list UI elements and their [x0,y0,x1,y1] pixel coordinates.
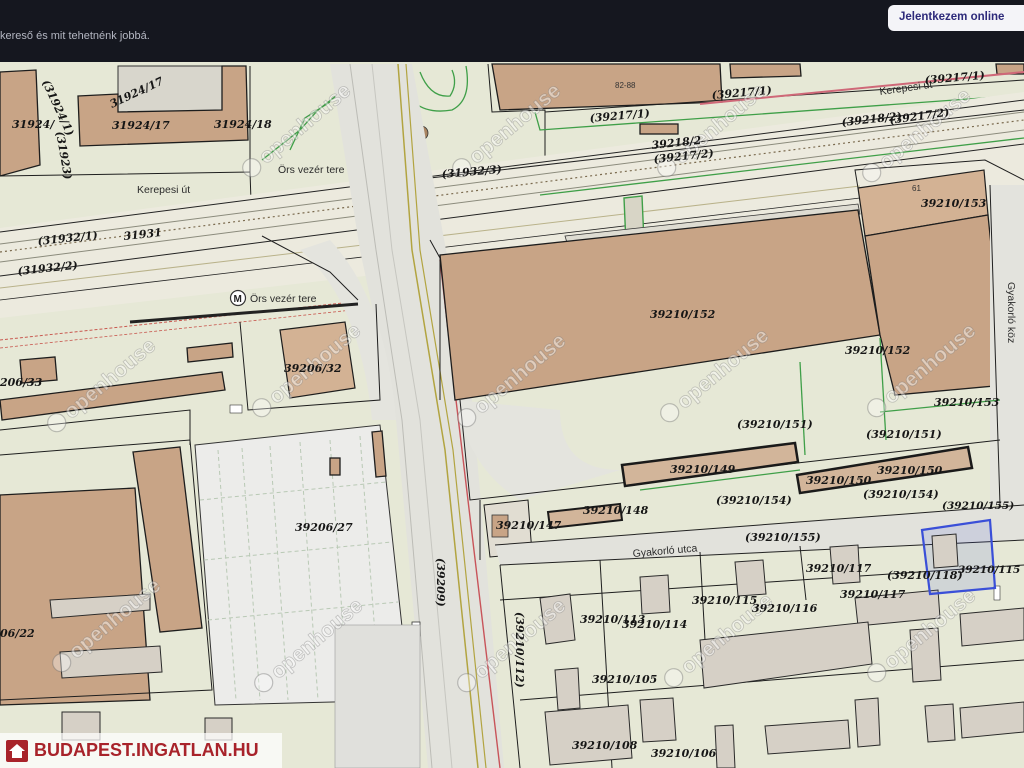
feedback-text: kereső és mit tehetnénk jobbá. [0,30,150,42]
parcel-label: (39210/155) [745,531,821,544]
parcel-label: 39210/148 [583,504,649,517]
house-icon [6,739,28,762]
parcel-label: (39210/154) [863,488,939,501]
house-number: 82-88 [615,81,636,90]
street-label-gyakorlo-koz: Gyakorló köz [1005,282,1017,343]
metro-icon-letter: M [234,294,242,305]
top-bar: kereső és mit tehetnénk jobbá. Jelentkez… [0,0,1024,62]
parcel-label: 39210/106 [651,747,717,760]
street-label-kerepesi: Kerepesi út [137,184,190,196]
parcel-label: 39210/117 [806,562,872,575]
parcel-label: (39210/112) [513,612,526,688]
parcel-label: 39210/149 [670,463,736,476]
street-label-ors-vezer: Örs vezér tere [250,293,317,305]
site-logo-text: BUDAPEST.INGATLAN.HU [34,740,259,760]
parcel-label: 39210/152 [845,344,911,357]
parcel-label: 39210/147 [496,519,562,532]
site-logo[interactable]: BUDAPEST.INGATLAN.HU [0,733,282,768]
parcel-label: (39210/118) [887,569,963,582]
parcel-label: 39210/117 [840,588,906,601]
parcel-label: 39210/115 [692,594,757,607]
parcel-label: (39210/154) [716,494,792,507]
street-label-ors-vezer: Örs vezér tere [278,164,345,176]
cadastral-map[interactable]: openhouse openhouse openhouse openhouse … [0,0,1024,768]
parcel-label: 31924/17 [112,119,170,132]
selected-parcel-39210-118[interactable] [920,518,997,596]
parcel-label: 31924/18 [214,118,272,131]
parcel-label: 39210/116 [752,602,818,615]
parcel-label: (39210/151) [737,418,813,431]
parcel-label: 206/33 [0,376,43,389]
parcel-label: 39210/105 [592,673,657,686]
parcel-label: 39206/27 [295,521,353,534]
house-number: 61 [912,184,921,193]
parcel-label: 39210/114 [622,618,687,631]
parcel-label: (39210/155) [942,500,1014,512]
parcel-label: (39209) [434,558,447,607]
parcel-label: 39210/153 [921,197,987,210]
parcel-label: 39206/32 [284,362,342,375]
parcel-label: 31924/ [12,118,55,131]
parcel-label: 06/22 [0,627,35,640]
parcel-label: 39210/150 [877,464,943,477]
parcel-label: 39210/153 [934,396,1000,409]
parcel-label: 39210/152 [650,308,716,321]
parcel-label: (39210/151) [866,428,942,441]
parcel-label: 39210/108 [572,739,638,752]
parcel-label: 39210/150 [806,474,872,487]
apply-online-button[interactable]: Jelentkezem online [888,5,1024,31]
parcel-label: 39210/115 [958,564,1020,576]
